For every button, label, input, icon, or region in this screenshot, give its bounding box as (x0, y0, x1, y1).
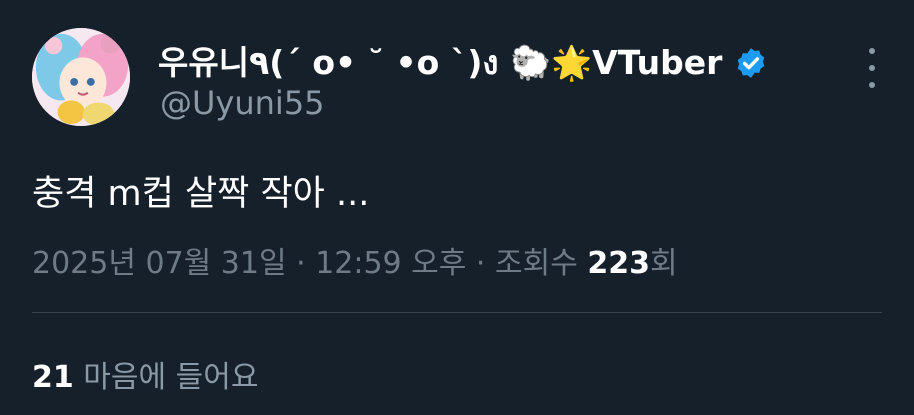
avatar-image (32, 28, 130, 126)
more-dot (869, 48, 875, 54)
tweet-detail: 우유니٩(ˊ o• ˘ •o ˋ)ง 🐑🌟VTuber @Uyuni55 충격 … (0, 0, 914, 415)
likes-label: 마음에 들어요 (73, 360, 259, 395)
views-label: 조회수 (495, 246, 588, 281)
more-options-icon[interactable] (862, 48, 882, 88)
views-count: 223 (587, 246, 650, 281)
likes-count: 21 (32, 360, 74, 395)
tweet-meta: 2025년 07월 31일 · 12:59 오후 · 조회수 223회 (32, 238, 678, 282)
more-dot (869, 82, 875, 88)
tweet-date[interactable]: 2025년 07월 31일 (32, 246, 287, 281)
display-name-text: 우유니٩(ˊ o• ˘ •o ˋ)ง 🐑🌟VTuber (158, 43, 723, 82)
tweet-text: 충격 m컵 살짝 작아 ... (32, 174, 370, 214)
likes-stat[interactable]: 21 마음에 들어요 (32, 352, 258, 396)
tweet-time[interactable]: 12:59 오후 (315, 246, 466, 281)
more-dot (869, 65, 875, 71)
meta-separator: · (466, 246, 495, 281)
display-name[interactable]: 우유니٩(ˊ o• ˘ •o ˋ)ง 🐑🌟VTuber (158, 36, 768, 89)
views-suffix: 회 (649, 246, 678, 281)
meta-separator: · (286, 246, 316, 281)
avatar[interactable] (32, 28, 130, 126)
user-handle[interactable]: @Uyuni55 (160, 84, 325, 122)
divider (32, 312, 882, 313)
verified-badge-icon (734, 46, 768, 80)
